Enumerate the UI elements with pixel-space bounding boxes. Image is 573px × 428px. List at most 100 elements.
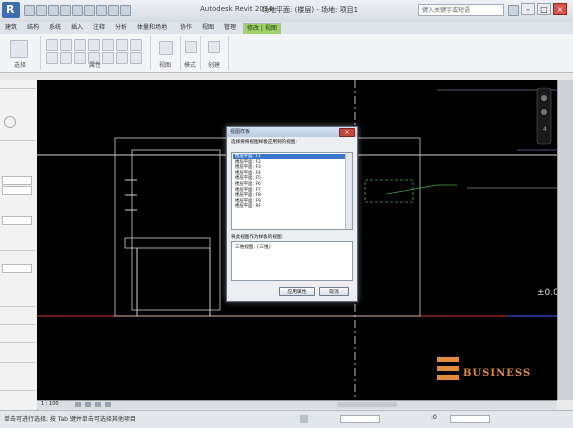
selection-count: :0 [431,414,437,421]
sun-path-icon[interactable] [95,402,101,407]
panel-label: 选择 [13,62,26,69]
divider [0,250,36,251]
property-field[interactable] [2,216,32,225]
steering-wheel-icon [541,95,547,101]
print-icon[interactable] [72,5,83,16]
divider [0,390,36,391]
detail-level-icon[interactable] [75,402,81,407]
dialog-prompt: 选择要将视图样板应用到的视图: [231,140,297,145]
list-item[interactable]: 楼层平面: F1 [233,154,345,160]
watermark-logo [437,375,459,380]
minimize-button[interactable]: – [521,3,535,15]
search-input[interactable]: 键入关键字或短语 [418,4,504,16]
wall [131,149,221,311]
watermark-text: BUSINESS [463,368,532,379]
measure-icon[interactable] [84,5,95,16]
ribbon-tab[interactable]: 视图 [199,23,217,33]
shadows-icon[interactable] [105,402,111,407]
ribbon-panel-view: 视图 [150,36,181,70]
template-prompt: 将此视图作为样板的视图: [231,235,284,240]
list-item[interactable]: 楼层平面: F8 [233,193,345,198]
view-type-icon[interactable] [4,116,16,128]
filter-field[interactable] [450,415,490,423]
3d-view-icon[interactable] [120,5,131,16]
undo-icon[interactable] [48,5,59,16]
wall [124,237,211,249]
type-properties-icon[interactable] [60,39,72,51]
vertical-scrollbar[interactable] [557,80,573,400]
ribbon-tab[interactable]: 体量和场地 [134,23,170,33]
list-scrollbar[interactable] [345,153,352,229]
divider [0,342,36,343]
list-item[interactable]: 楼层平面: F5 [233,176,345,181]
ribbon-tab[interactable]: 插入 [68,23,86,33]
apply-button[interactable]: 应用属性 [279,287,315,296]
property-field[interactable] [2,186,32,195]
apply-view-template-dialog: 视图样板 × 选择要将视图样板应用到的视图: 楼层平面: F1 楼层平面: F2 楼… [226,126,358,302]
status-bar: 单击可进行选择; 按 Tab 键并单击可选择其他项目 :0 [0,410,573,428]
dialog-close-button[interactable]: × [339,128,355,137]
properties-pane [0,80,38,410]
divider [0,324,36,325]
template-list[interactable]: 三维视图: {三维} [231,241,353,281]
mode-icon[interactable] [185,41,197,53]
open-icon[interactable] [24,5,35,16]
ribbon-tab[interactable]: 分析 [112,23,130,33]
app-menu-letter: R [6,3,15,16]
list-item[interactable]: 楼层平面: F6 [233,182,345,187]
zoom-icon [541,109,547,115]
mirror-icon[interactable] [130,39,142,51]
ribbon-panel-select: 选择 [0,36,41,70]
close-button[interactable]: × [553,3,567,15]
help-icon[interactable] [508,5,519,16]
clipboard-icon[interactable] [74,39,86,51]
tag-icon[interactable] [96,5,107,16]
ribbon: 选择 属性 视图 模式 创建 [0,34,573,73]
geometry-icon[interactable] [88,39,100,51]
workset-icon[interactable] [300,415,308,423]
list-item[interactable]: 三维视图: {三维} [235,244,271,250]
panel-label: 视图 [158,62,171,69]
rotate-icon[interactable] [116,39,128,51]
save-icon[interactable] [36,5,47,16]
text-icon[interactable] [108,5,119,16]
maximize-button[interactable]: □ [537,3,551,15]
dialog-title: 视图样板 [227,127,357,137]
property-field[interactable] [2,264,32,273]
visual-style-icon[interactable] [85,402,91,407]
redo-icon[interactable] [60,5,71,16]
cancel-button[interactable]: 取消 [319,287,349,296]
modify-tool-icon[interactable] [10,40,28,58]
view-cube-icon[interactable]: 4 [543,126,551,134]
view-icon[interactable] [159,41,173,55]
watermark-logo [437,357,459,362]
panel-label: 创建 [207,62,220,69]
view-control-bar: 1 : 100 [37,400,557,409]
ribbon-tab[interactable]: 建筑 [2,23,20,33]
ribbon-tab[interactable]: 管理 [221,23,239,33]
divider [0,362,36,363]
properties-icon[interactable] [46,39,58,51]
list-item[interactable]: 楼层平面: F3 [233,165,345,170]
document-title: 场地平面: (楼层) - 场地: 项目1 [262,6,359,14]
list-item[interactable]: 楼层平面: RF [233,204,345,209]
application-menu-button[interactable]: R [2,2,20,18]
ribbon-tab[interactable]: 协作 [177,23,195,33]
property-field[interactable] [2,176,32,185]
ribbon-tab[interactable]: 结构 [24,23,42,33]
ribbon-tab[interactable]: 系统 [46,23,64,33]
watermark-logo [437,366,459,371]
horizontal-scrollbar[interactable] [337,402,397,407]
ribbon-panel-properties: 属性 [40,36,151,70]
create-icon[interactable] [208,41,220,53]
design-option-select[interactable] [340,415,380,423]
ribbon-tab[interactable]: 修改 | 视图 [243,23,281,34]
ribbon-tab[interactable]: 注释 [90,23,108,33]
divider [0,140,36,141]
ribbon-panel-mode: 模式 [180,36,201,70]
divider [0,88,36,89]
view-list[interactable]: 楼层平面: F1 楼层平面: F2 楼层平面: F3 楼层平面: F4 楼层平面: F5… [231,152,353,230]
scale-label[interactable]: 1 : 100 [41,401,59,407]
divider [0,306,36,307]
modify-icon[interactable] [102,39,114,51]
